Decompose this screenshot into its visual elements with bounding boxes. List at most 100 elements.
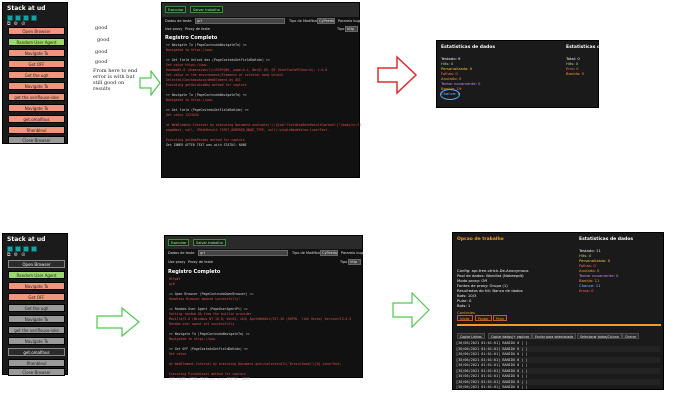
log-line: Executing getDomParams method for captur… <box>166 138 245 142</box>
stop-button[interactable]: Parar <box>493 315 508 321</box>
red-arrow-icon <box>377 55 417 95</box>
use-proxy-label: Use proxy <box>168 260 186 264</box>
green-arrow-icon <box>96 307 140 337</box>
err-banned: Banido: 0 <box>566 71 585 76</box>
block-get-the-ugh[interactable]: Get the ugh <box>8 304 65 312</box>
settings-icon[interactable]: ⚙ <box>14 253 18 258</box>
block-close-browser[interactable]: Close Browser <box>8 368 65 376</box>
log-line: pageNext, null, XPathResult.FIRST_ORDERE… <box>166 128 330 132</box>
bottom-debugger-panel: Executar Salvar trabalho Dados de teste … <box>164 235 363 381</box>
annotation-note: good <box>95 59 108 65</box>
disable-icon[interactable]: ⊘ <box>21 253 25 258</box>
test-data-input[interactable]: grt <box>198 250 288 256</box>
save-job-button[interactable]: Salvar trabalho <box>193 239 226 246</box>
log-line: Random user agent set successfully <box>169 322 235 326</box>
log-line: >> Navigate To (PageConteudoNavigateTo) … <box>166 43 247 47</box>
log-line: Get INNER AFTER TEXT was with STATUS: NO… <box>166 143 247 147</box>
log-line: >> Get OFF (PageCosteduGetFieldDoHide) <… <box>169 347 248 351</box>
log-line: >> Get field (PageCosteduGetFieldDoHide)… <box>166 108 249 112</box>
block-get-verify[interactable]: get the veriflouse-iske <box>8 93 65 101</box>
log-section-title: Registro Completo <box>168 269 221 275</box>
annotation-note: good <box>95 49 108 55</box>
annotation-note: From here to end error is with but still… <box>93 68 138 92</box>
mode-label: Tipo de Modfikat <box>289 19 319 23</box>
progress-bar <box>457 324 661 326</box>
start-button[interactable]: Iniciar <box>457 315 473 321</box>
select-all-button[interactable]: Selecionar todas/Coluna <box>577 333 622 339</box>
stat-errors: Erros: 0 <box>579 288 594 293</box>
block-get-verify[interactable]: get the veriflouse-iske <box>8 326 65 334</box>
log-line: == Random User Agent (PageUserAgentPt) =… <box>169 307 248 311</box>
log-line: GET INNER AFTER TEXT was with STATUS: NO… <box>169 377 250 381</box>
log-line: Get value https://www. <box>166 63 209 67</box>
use-proxy-label: Use proxy <box>165 27 183 31</box>
copy-lines-button[interactable]: Copiar Linhas <box>457 333 485 339</box>
log-line: >> Navigate To (PageConteudoNavigateTo) … <box>166 93 247 97</box>
type-select[interactable]: http <box>348 259 361 265</box>
log-line: Navigated to https://www. <box>166 98 214 102</box>
config-line: Bots: 1 <box>457 303 471 308</box>
move-down-icon[interactable] <box>31 15 37 21</box>
block-navigate-to[interactable]: Navigate To <box>8 104 65 112</box>
green-arrow-icon <box>392 292 430 328</box>
copy-data-capture-button[interactable]: Copiar dados/+ captura <box>488 333 532 339</box>
stack-toolbar-secondary: ⧉ ⚙ ⊘ <box>7 253 25 258</box>
stack-title: Stack at ud <box>7 5 46 12</box>
copy-icon[interactable]: ⧉ <box>7 253 11 258</box>
block-random-user-agent[interactable]: Random User Agent <box>8 38 65 46</box>
type-select[interactable]: http <box>345 26 358 32</box>
block-navigate-to[interactable]: Navigate To <box>8 49 65 57</box>
block-navigate-to[interactable]: Navigate To <box>8 315 65 323</box>
block-open-browser[interactable]: Open Browser <box>8 27 65 35</box>
mode-label: Tipo de Modfikat <box>292 251 322 255</box>
block-get-omalfous[interactable]: get.omalfous <box>8 348 65 356</box>
block-random-user-agent[interactable]: Random User Agent <box>8 271 65 279</box>
block-rhenbleul[interactable]: Rhenbleul <box>8 359 65 367</box>
parallel-label: Pararelo bug <box>338 19 361 23</box>
log-line: Setting random UA from the builtin provi… <box>169 312 252 316</box>
proxy-checkbox[interactable]: Proxy de teste <box>185 27 210 31</box>
pause-button[interactable]: Pausar <box>475 315 492 321</box>
data-stats-title: Estatisticas de dados <box>441 45 496 50</box>
annotation-note: good <box>95 25 108 31</box>
block-navigate-to[interactable]: Navigate To <box>8 337 65 345</box>
bottom-stack-panel: Stack at ud ⧉ ⚙ ⊘ Open Browser Random Us… <box>2 233 68 376</box>
log-line: Get value <box>169 352 187 356</box>
table-row[interactable]: [30/06/2021 01:01:01] BANIDO 0 | | <box>456 384 660 390</box>
block-get-the-ugh[interactable]: Get the ugh <box>8 71 65 79</box>
log-line: Mozilla/5.0 (Windows NT 10.0; Win64; x64… <box>169 317 352 321</box>
highlight-circle <box>440 89 460 100</box>
data-stats-title: Estatisticas de dados <box>579 237 634 242</box>
log-line: Selected/CheckboxAsse/WebElement by ASI <box>166 78 241 82</box>
block-close-browser[interactable]: Close Browser <box>8 136 65 144</box>
mode-select[interactable]: CyPeedo <box>317 18 335 24</box>
log-line: >> Get field Unlock das (PageCosteduGetF… <box>166 58 270 62</box>
annotation-note: good <box>97 37 110 43</box>
block-navigate-to[interactable]: Navigate To <box>8 282 65 290</box>
toolbar: Executar Salvar trabalho <box>165 236 362 249</box>
block-get-omalfous[interactable]: get.omalfous <box>8 115 65 123</box>
block-get-off[interactable]: Get OFF <box>8 293 65 301</box>
top-stats-panel: Estatisticas de dados Estatisticas de er… <box>436 40 618 108</box>
move-down-icon[interactable] <box>31 246 37 252</box>
proxy-checkbox[interactable]: Proxy de teste <box>188 260 213 264</box>
type-label: Tipo <box>337 27 345 31</box>
stack-title: Stack at ud <box>7 236 46 243</box>
block-navigate-to[interactable]: Navigate To <box>8 82 65 90</box>
log-line: Navigated to https://www. <box>169 337 217 341</box>
check-select[interactable]: Checar <box>622 333 640 339</box>
log-line: Executing PickAdLevel method for capture <box>169 372 246 376</box>
block-get-off[interactable]: Get OFF <box>8 60 65 68</box>
run-button[interactable]: Executar <box>168 239 190 246</box>
log-line: Random#1-0 (dimensions?)=1920*@80, page=… <box>166 68 328 72</box>
top-debugger-panel: Executar Salvar trabalho Dados de teste … <box>161 2 362 178</box>
save-job-button[interactable]: Salvar trabalho <box>190 6 223 13</box>
log-line: >> Navigate To (PageConteudoNavigateTo) … <box>169 332 250 336</box>
test-data-input[interactable]: grt <box>195 18 285 24</box>
log-line: Headless Browser opened successfully! <box>169 297 241 301</box>
block-rhenbleul[interactable]: Rhenbleul <box>8 126 65 134</box>
run-button[interactable]: Executar <box>165 6 187 13</box>
mode-select[interactable]: CyPeedo <box>320 250 338 256</box>
send-selected-button[interactable]: Enviar para selecionado <box>532 333 577 339</box>
block-open-browser[interactable]: Open Browser <box>8 260 65 268</box>
